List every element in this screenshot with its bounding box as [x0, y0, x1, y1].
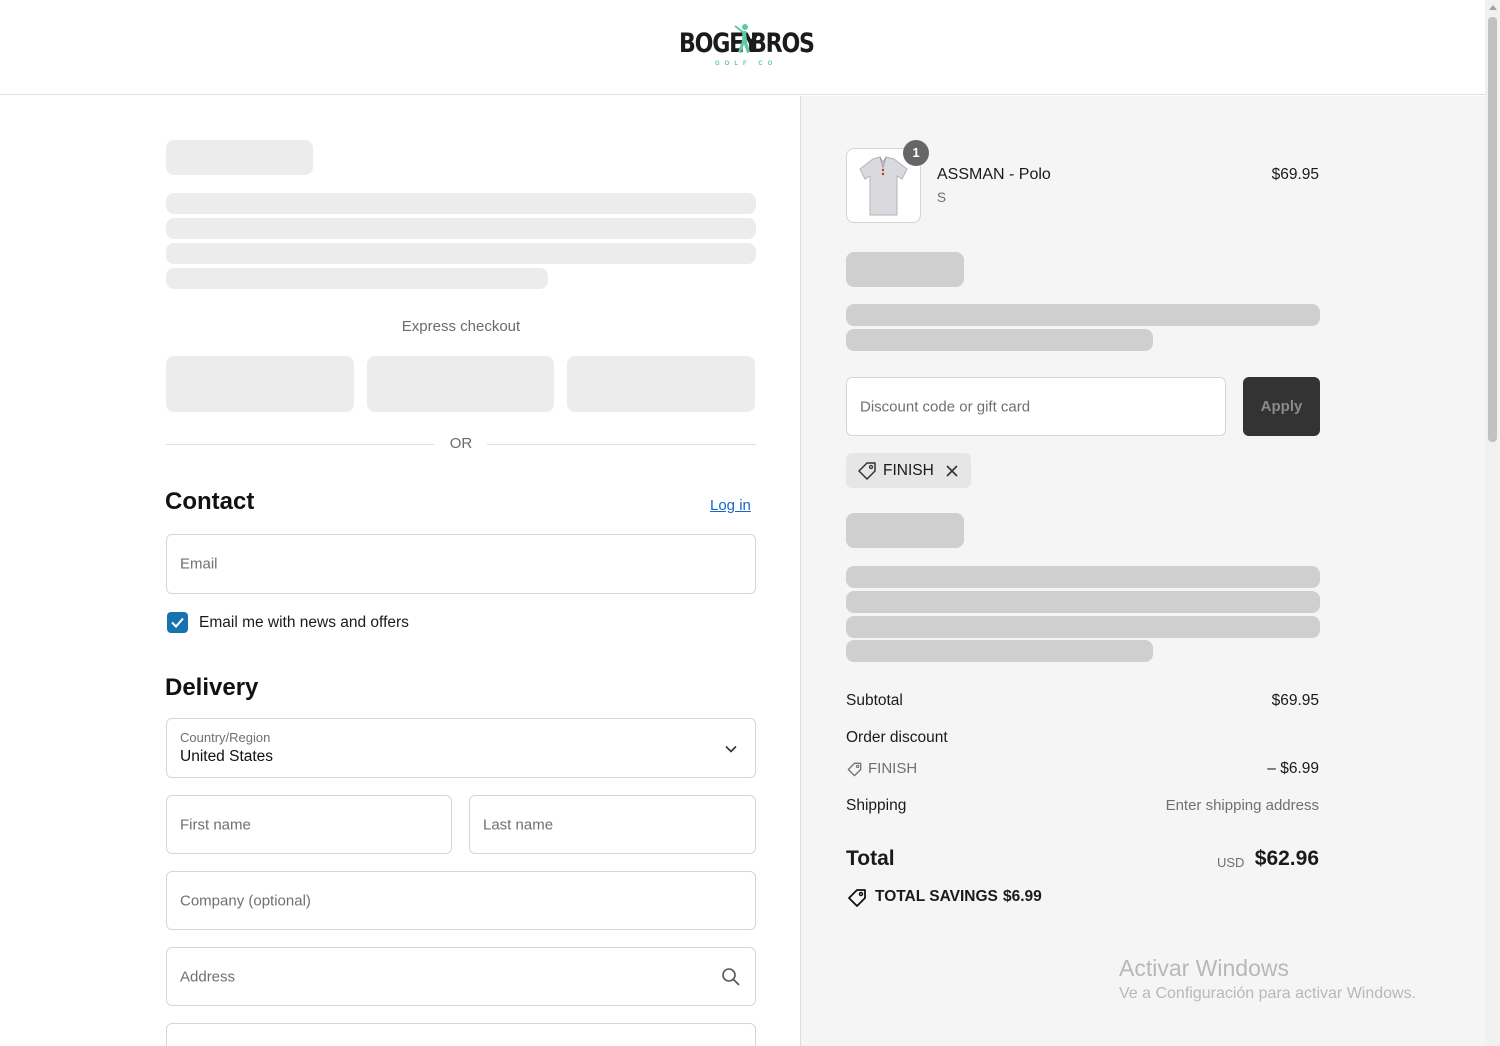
- quantity-badge: 1: [903, 140, 929, 166]
- skeleton-heading: [166, 140, 313, 175]
- scrollbar-thumb[interactable]: [1488, 17, 1497, 442]
- skeleton-line: [846, 640, 1153, 662]
- last-name-placeholder: Last name: [483, 816, 554, 833]
- skeleton-line: [166, 243, 756, 264]
- savings-tag-icon: [848, 889, 866, 907]
- shipping-value: Enter shipping address: [1165, 797, 1319, 814]
- skeleton-line: [846, 329, 1153, 351]
- order-discount-label: Order discount: [846, 729, 948, 746]
- total-label: Total: [846, 847, 895, 870]
- skeleton-line: [846, 304, 1320, 326]
- skeleton-heading: [846, 513, 964, 548]
- express-checkout-label: Express checkout: [401, 318, 521, 335]
- tag-icon: [847, 762, 862, 777]
- country-select[interactable]: Country/Region United States: [166, 718, 756, 778]
- first-name-field[interactable]: First name: [166, 795, 452, 854]
- product-variant: S: [937, 190, 947, 205]
- company-field[interactable]: Company (optional): [166, 871, 756, 930]
- discount-value: – $6.99: [1267, 760, 1319, 777]
- product-name: ASSMAN - Polo: [937, 166, 1051, 183]
- delivery-heading: Delivery: [165, 674, 259, 701]
- express-pay-button[interactable]: [166, 356, 354, 412]
- product-price: $69.95: [1271, 166, 1319, 183]
- express-pay-button[interactable]: [567, 356, 755, 412]
- apply-button[interactable]: Apply: [1243, 377, 1320, 436]
- applied-code: FINISH: [883, 462, 934, 479]
- address-field[interactable]: Address: [166, 947, 756, 1006]
- skeleton-line: [846, 616, 1320, 638]
- email-field[interactable]: Email: [166, 534, 756, 594]
- skeleton-line: [166, 268, 548, 289]
- tag-icon: [858, 462, 876, 480]
- subtotal-label: Subtotal: [846, 692, 903, 709]
- apartment-field[interactable]: [166, 1023, 756, 1046]
- skeleton-heading: [846, 252, 964, 287]
- logo-tagline: GOLF CO: [715, 61, 778, 67]
- page-scrollbar[interactable]: [1485, 0, 1500, 1046]
- skeleton-line: [166, 193, 756, 214]
- skeleton-line: [166, 218, 756, 239]
- discount-code-input[interactable]: Discount code or gift card: [846, 377, 1226, 436]
- total-value: $62.96: [1254, 847, 1319, 870]
- first-name-placeholder: First name: [180, 816, 251, 833]
- country-value: United States: [180, 748, 274, 765]
- newsletter-checkbox[interactable]: [167, 612, 188, 633]
- or-divider: OR: [166, 434, 756, 456]
- brand-logo[interactable]: BOGEY BROS GOLF CO: [679, 20, 815, 72]
- discount-code-label: FINISH: [868, 760, 918, 777]
- search-icon: [722, 968, 740, 986]
- total-currency: USD: [1217, 855, 1245, 870]
- windows-activation-subtitle: Ve a Configuración para activar Windows.: [1119, 985, 1417, 1002]
- subtotal-value: $69.95: [1271, 692, 1319, 709]
- applied-discount-tag: FINISH: [846, 453, 971, 488]
- total-savings-label: TOTAL SAVINGS: [875, 888, 998, 905]
- address-placeholder: Address: [180, 968, 236, 985]
- express-pay-button[interactable]: [367, 356, 554, 412]
- company-placeholder: Company (optional): [180, 892, 311, 909]
- newsletter-label[interactable]: Email me with news and offers: [199, 614, 409, 632]
- discount-placeholder: Discount code or gift card: [860, 398, 1031, 415]
- remove-discount-icon[interactable]: [945, 464, 959, 478]
- chevron-down-icon: [725, 745, 737, 753]
- shipping-label: Shipping: [846, 797, 907, 814]
- checkmark-icon: [171, 617, 184, 628]
- total-savings-value: $6.99: [1003, 888, 1042, 905]
- last-name-field[interactable]: Last name: [469, 795, 756, 854]
- skeleton-line: [846, 591, 1320, 613]
- or-label: OR: [449, 435, 473, 452]
- scroll-up-icon[interactable]: [1489, 5, 1497, 10]
- logo-word-2: BROS: [750, 28, 815, 59]
- skeleton-line: [846, 566, 1320, 588]
- checkout-header: BOGEY BROS GOLF CO: [0, 0, 1485, 95]
- contact-heading: Contact: [165, 488, 255, 515]
- log-in-link[interactable]: Log in: [710, 497, 751, 514]
- email-placeholder: Email: [180, 555, 218, 573]
- windows-activation-title: Activar Windows: [1119, 955, 1289, 981]
- country-label: Country/Region: [180, 730, 271, 745]
